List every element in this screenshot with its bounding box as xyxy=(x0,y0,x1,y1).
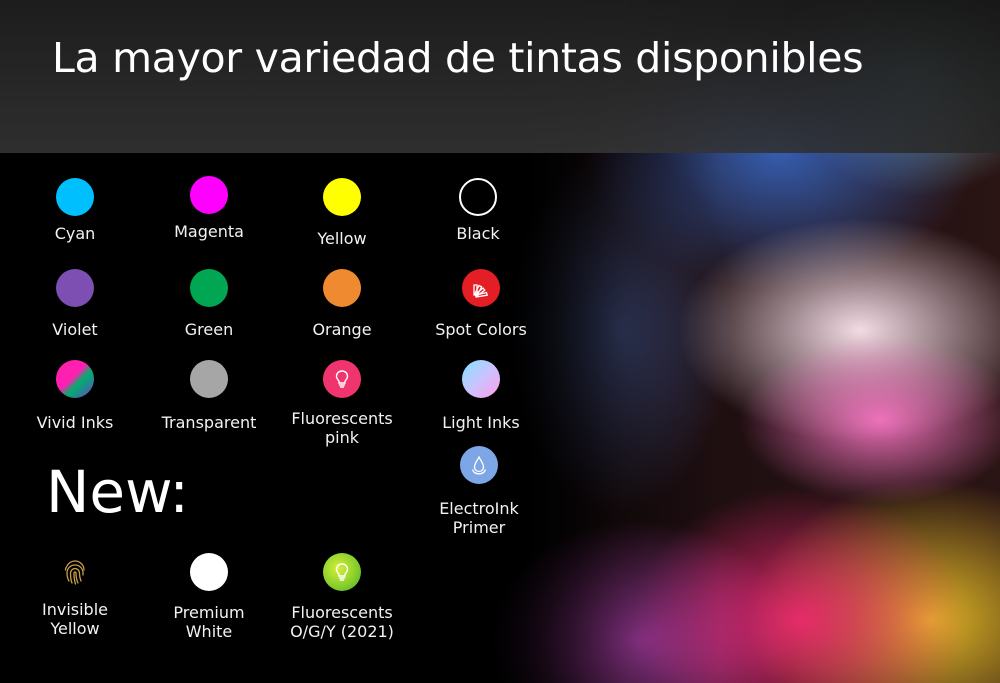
ink-invisible-yellow: Invisible Yellow xyxy=(5,553,145,638)
lightbulb-icon xyxy=(323,360,361,398)
ink-label: Violet xyxy=(52,320,98,339)
ink-magenta: Magenta xyxy=(139,176,279,241)
ink-label-line2: White xyxy=(185,622,233,641)
ink-label-line2: O/G/Y (2021) xyxy=(290,622,394,641)
ink-label: Green xyxy=(184,320,234,339)
ink-fluorescents-pink: Fluorescents pink xyxy=(272,360,412,447)
ink-violet: Violet xyxy=(5,269,145,339)
ink-transparent: Transparent xyxy=(139,360,279,432)
ink-label: ElectroInk xyxy=(439,499,519,518)
green-swatch-icon xyxy=(190,269,228,307)
yellow-swatch-icon xyxy=(323,178,361,216)
ink-label: Fluorescents xyxy=(291,409,393,428)
ink-label: Invisible xyxy=(42,600,108,619)
ink-label: Vivid Inks xyxy=(36,413,114,432)
lightbulb-icon xyxy=(323,553,361,591)
ink-label: Transparent xyxy=(161,413,257,432)
ink-label: Light Inks xyxy=(442,413,520,432)
droplet-icon xyxy=(460,446,498,484)
black-swatch-icon xyxy=(459,178,497,216)
ink-label-line2: pink xyxy=(324,428,359,447)
cyan-swatch-icon xyxy=(56,178,94,216)
ink-spot-colors: Spot Colors xyxy=(411,269,551,339)
ink-label: Magenta xyxy=(174,222,244,241)
ink-label: Orange xyxy=(312,320,372,339)
ink-label: Fluorescents xyxy=(291,603,393,622)
ink-premium-white: Premium White xyxy=(139,553,279,641)
ink-label: Spot Colors xyxy=(435,320,527,339)
ink-light: Light Inks xyxy=(411,360,551,432)
page-title: La mayor variedad de tintas disponibles xyxy=(52,34,864,82)
white-swatch-icon xyxy=(190,553,228,591)
fingerprint-icon xyxy=(56,553,94,591)
ink-cyan: Cyan xyxy=(5,178,145,243)
ink-label-line2: Yellow xyxy=(50,619,100,638)
violet-swatch-icon xyxy=(56,269,94,307)
magenta-swatch-icon xyxy=(190,176,228,214)
ink-label-line2: Primer xyxy=(452,518,506,537)
ink-orange: Orange xyxy=(272,269,412,339)
ink-electroink-primer: ElectroInk Primer xyxy=(409,446,549,537)
ink-vivid: Vivid Inks xyxy=(5,360,145,432)
ink-green: Green xyxy=(139,269,279,339)
color-fan-icon xyxy=(462,269,500,307)
ink-fluorescents-ogy: Fluorescents O/G/Y (2021) xyxy=(272,553,412,641)
orange-swatch-icon xyxy=(323,269,361,307)
ink-label: Cyan xyxy=(54,224,96,243)
ink-label: Premium xyxy=(173,603,245,622)
vivid-gradient-swatch-icon xyxy=(56,360,94,398)
new-heading: New: xyxy=(46,458,189,526)
transparent-swatch-icon xyxy=(190,360,228,398)
ink-yellow: Yellow xyxy=(272,178,412,248)
ink-label: Yellow xyxy=(317,229,367,248)
ink-label: Black xyxy=(456,224,500,243)
ink-black: Black xyxy=(408,178,548,243)
light-inks-gradient-swatch-icon xyxy=(462,360,500,398)
